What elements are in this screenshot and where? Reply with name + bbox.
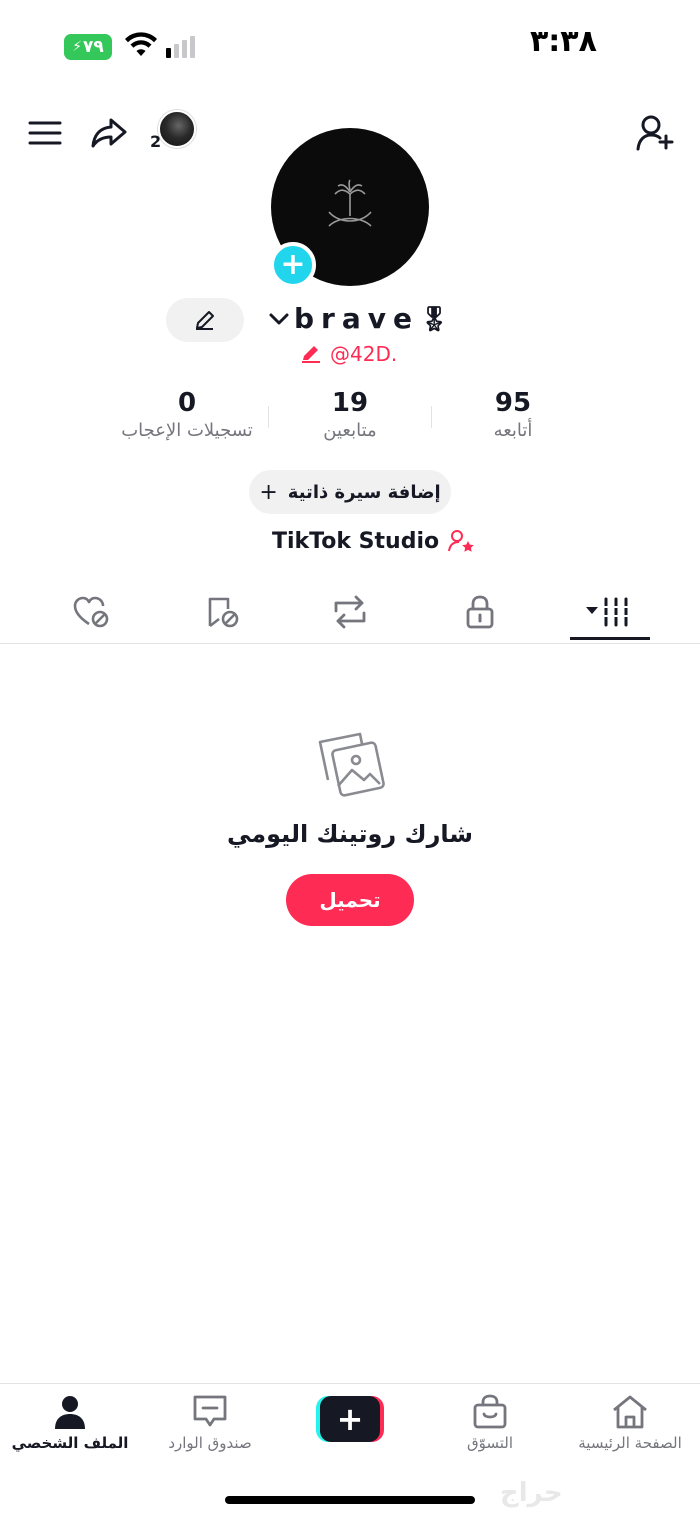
profile-icon bbox=[55, 1396, 85, 1429]
edit-profile-button[interactable] bbox=[166, 298, 244, 342]
tiktok-studio-link[interactable]: TikTok Studio bbox=[272, 528, 475, 554]
nav-inbox-label: صندوق الوارد bbox=[168, 1434, 252, 1452]
add-bio-button[interactable]: إضافة سيرة ذاتية + bbox=[249, 470, 451, 514]
signal-icon bbox=[166, 36, 195, 58]
status-time: ٣:٣٨ bbox=[530, 24, 597, 59]
photo-stack-icon bbox=[316, 728, 386, 804]
menu-icon[interactable] bbox=[22, 110, 68, 156]
video-grid-icon bbox=[586, 597, 630, 627]
nav-shop[interactable]: التسوّق bbox=[420, 1394, 560, 1452]
nav-home-label: الصفحة الرئيسية bbox=[578, 1434, 682, 1452]
content-tabs bbox=[0, 584, 700, 644]
battery-level: ٧٩ bbox=[83, 37, 104, 57]
tab-reposts[interactable] bbox=[310, 584, 390, 640]
username: @42D. bbox=[330, 342, 398, 366]
tab-favorites[interactable] bbox=[182, 584, 262, 640]
followers-stat[interactable]: 19 متابعين bbox=[265, 388, 435, 441]
display-name: brave bbox=[294, 302, 419, 335]
empty-state-title: شارك روتينك اليومي bbox=[226, 820, 474, 848]
tab-liked[interactable] bbox=[52, 584, 132, 640]
charging-icon: ⚡ bbox=[72, 39, 83, 55]
hidden-heart-icon bbox=[73, 596, 109, 628]
nav-profile-label: الملف الشخصي bbox=[11, 1434, 129, 1452]
likes-count: 0 bbox=[177, 388, 197, 418]
nav-profile[interactable]: الملف الشخصي bbox=[0, 1394, 140, 1452]
likes-label: تسجيلات الإعجاب bbox=[121, 420, 253, 441]
shopping-bag-icon bbox=[473, 1394, 507, 1429]
story-count-badge: 2 bbox=[150, 132, 162, 151]
repost-icon bbox=[334, 595, 366, 629]
nav-inbox[interactable]: صندوق الوارد bbox=[140, 1394, 280, 1452]
followers-label: متابعين bbox=[323, 420, 377, 441]
chevron-down-icon bbox=[269, 313, 289, 324]
watermark-logo: حراج bbox=[500, 1478, 563, 1508]
tab-private[interactable] bbox=[440, 584, 520, 640]
add-bio-label: إضافة سيرة ذاتية bbox=[287, 481, 441, 503]
inbox-icon bbox=[193, 1395, 227, 1427]
display-name-row[interactable]: brave 🎖 bbox=[268, 302, 449, 335]
battery-indicator: ⚡ ٧٩ bbox=[64, 34, 112, 60]
medal-icon: 🎖 bbox=[419, 304, 450, 333]
nav-home[interactable]: الصفحة الرئيسية bbox=[560, 1394, 700, 1452]
palm-swords-emblem-icon bbox=[328, 179, 372, 227]
plus-icon: + bbox=[320, 1396, 380, 1442]
username-row[interactable]: @42D. bbox=[300, 342, 397, 366]
active-tab-indicator bbox=[570, 637, 650, 640]
tab-videos[interactable] bbox=[570, 584, 650, 640]
share-icon[interactable] bbox=[86, 110, 132, 156]
home-indicator[interactable] bbox=[225, 1496, 475, 1504]
following-stat[interactable]: 95 أتابعه bbox=[428, 388, 598, 441]
lock-icon bbox=[466, 595, 494, 629]
studio-label: TikTok Studio bbox=[272, 528, 440, 554]
add-friend-icon[interactable] bbox=[632, 110, 678, 156]
upload-button[interactable]: تحميل bbox=[286, 874, 414, 926]
hidden-bookmark-icon bbox=[208, 597, 239, 628]
home-icon bbox=[613, 1395, 647, 1429]
following-label: أتابعه bbox=[493, 420, 533, 441]
wifi-icon bbox=[124, 32, 158, 62]
likes-stat[interactable]: 0 تسجيلات الإعجاب bbox=[102, 388, 272, 441]
pencil-icon bbox=[196, 311, 214, 330]
plus-icon: + bbox=[259, 479, 278, 505]
create-button[interactable]: + bbox=[316, 1396, 384, 1442]
nav-shop-label: التسوّق bbox=[466, 1434, 514, 1452]
add-avatar-button[interactable]: + bbox=[270, 242, 316, 288]
following-count: 95 bbox=[494, 388, 532, 418]
story-avatar[interactable] bbox=[158, 110, 196, 148]
pencil-icon bbox=[302, 346, 320, 363]
followers-count: 19 bbox=[331, 388, 369, 418]
creator-star-icon bbox=[448, 530, 474, 552]
